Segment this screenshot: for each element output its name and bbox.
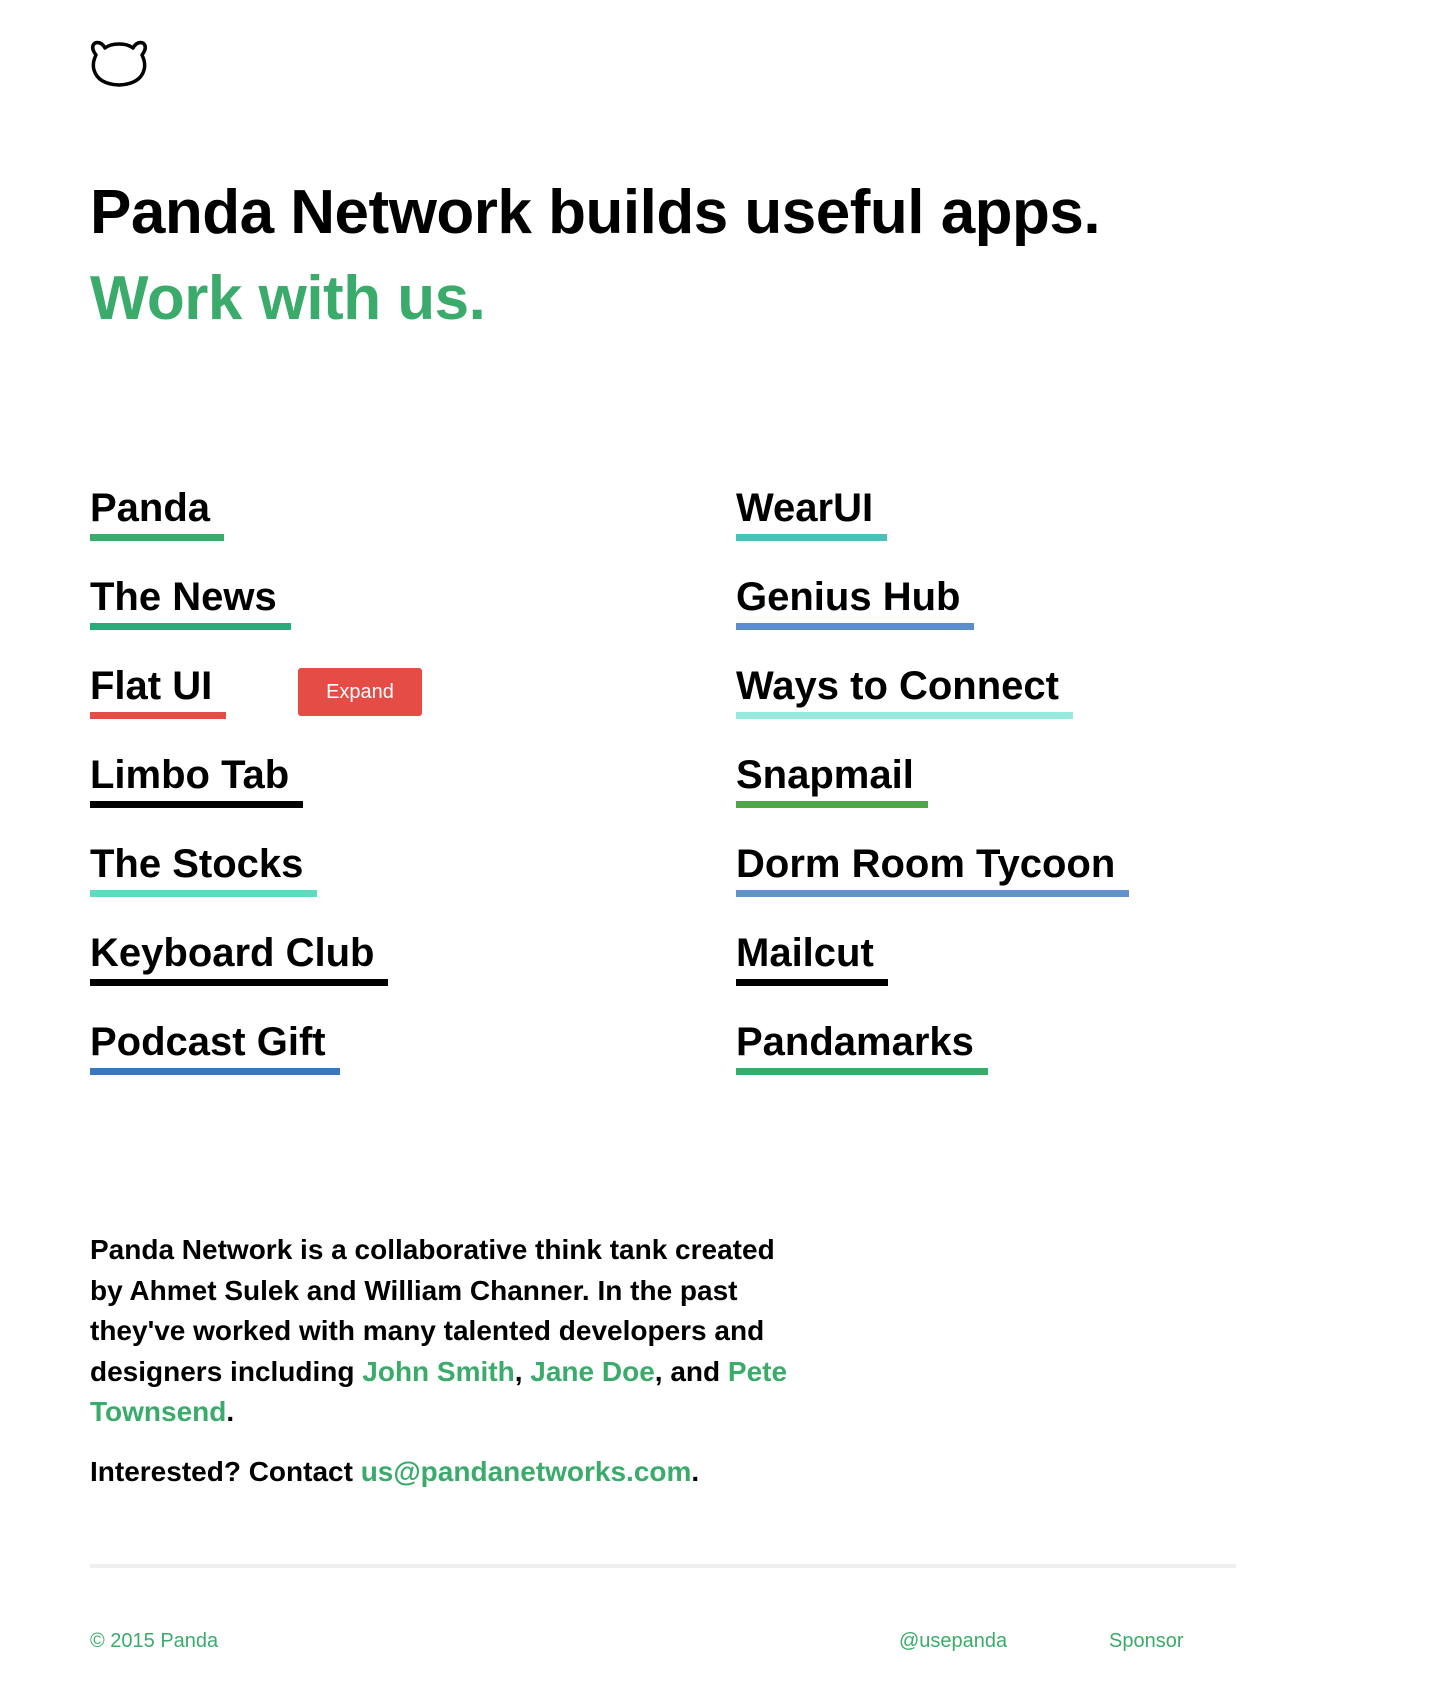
about-separator: , and — [654, 1355, 728, 1387]
twitter-link[interactable]: @usepanda — [899, 1630, 1007, 1652]
twitter-link-wrap: @usepanda — [899, 1627, 1007, 1655]
about-end: . — [226, 1396, 235, 1427]
project-link-the-news[interactable]: The News — [90, 571, 291, 630]
project-link-flat-ui[interactable]: Flat UI — [90, 660, 227, 719]
project-item: Pandamarks — [736, 1016, 1129, 1105]
project-link-wearui[interactable]: WearUI — [736, 482, 888, 541]
headline-accent-line: Work with us. — [90, 264, 486, 333]
project-item: The News — [90, 571, 388, 660]
person-link-john-smith[interactable]: John Smith — [362, 1356, 514, 1387]
panda-logo-icon[interactable] — [90, 38, 148, 88]
expand-button[interactable]: Expand — [298, 668, 422, 716]
contact-prefix: Interested? Contact — [90, 1456, 361, 1487]
project-item: Panda — [90, 482, 388, 571]
sponsor-link[interactable]: Sponsor — [1109, 1630, 1184, 1652]
project-link-genius-hub[interactable]: Genius Hub — [736, 571, 975, 630]
project-link-dorm-room-tycoon[interactable]: Dorm Room Tycoon — [736, 838, 1130, 897]
project-item: Keyboard Club — [90, 927, 389, 1016]
contact-line: Interested? Contact us@pandanetworks.com… — [90, 1452, 699, 1492]
about-separator: , — [514, 1355, 531, 1387]
sponsor-link-wrap: Sponsor — [1109, 1627, 1184, 1655]
project-link-panda[interactable]: Panda — [90, 482, 225, 541]
project-item: Ways to Connect — [736, 660, 1129, 749]
project-item: Genius Hub — [736, 571, 1129, 660]
project-item: Dorm Room Tycoon — [736, 838, 1130, 927]
footer-divider — [90, 1564, 1236, 1568]
project-link-pandamarks[interactable]: Pandamarks — [736, 1016, 988, 1075]
copyright-text: © 2015 Panda — [90, 1630, 219, 1652]
project-item: The Stocks — [90, 838, 388, 927]
projects-right-column: WearUI Genius Hub Ways to Connect Snapma… — [736, 482, 1130, 1105]
project-link-mailcut[interactable]: Mailcut — [736, 927, 888, 986]
project-link-the-stocks[interactable]: The Stocks — [90, 838, 318, 897]
project-item: Snapmail — [736, 749, 1129, 838]
contact-email-link[interactable]: us@pandanetworks.com — [361, 1456, 692, 1487]
project-item: Limbo Tab — [90, 749, 388, 838]
headline-line: Panda Network builds useful apps. — [90, 178, 1101, 247]
project-link-podcast-gift[interactable]: Podcast Gift — [90, 1016, 340, 1075]
contact-suffix: . — [691, 1456, 700, 1487]
project-item: WearUI — [736, 482, 1129, 571]
project-link-snapmail[interactable]: Snapmail — [736, 749, 928, 808]
projects-left-column: Panda The News Flat UI Limbo Tab The Sto… — [90, 482, 422, 1105]
project-item: Podcast Gift — [90, 1016, 388, 1105]
project-link-ways-to-connect[interactable]: Ways to Connect — [736, 660, 1073, 719]
page-headline: Panda Network builds useful apps. Work w… — [90, 170, 1101, 342]
project-link-keyboard-club[interactable]: Keyboard Club — [90, 927, 389, 986]
about-paragraph: Panda Network is a collaborative think t… — [90, 1230, 810, 1433]
project-link-limbo-tab[interactable]: Limbo Tab — [90, 749, 304, 808]
person-link-jane-doe[interactable]: Jane Doe — [530, 1356, 655, 1387]
project-item: Mailcut — [736, 927, 1129, 1016]
